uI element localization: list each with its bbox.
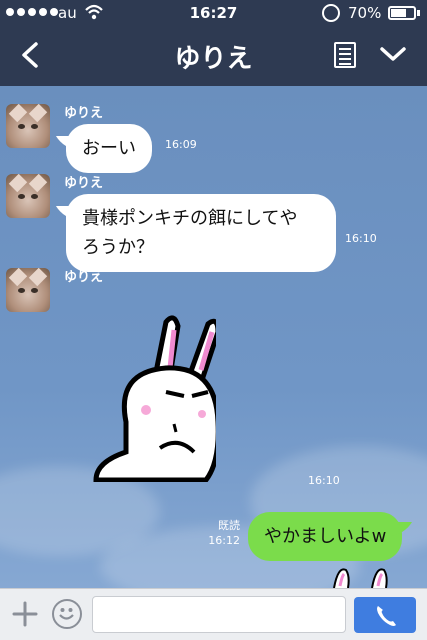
rabbit-ears-peek [333, 568, 388, 588]
battery-icon [388, 6, 416, 20]
avatar[interactable] [6, 268, 50, 312]
message-text-line: 貴様ポンキチの餌にしてや [82, 208, 298, 229]
message-time: 16:12 [208, 534, 240, 547]
avatar[interactable] [6, 104, 50, 148]
sender-name: ゆりえ [64, 176, 104, 191]
message-time: 16:09 [165, 138, 197, 151]
status-bar: au 16:27 70% [0, 0, 427, 26]
phone-icon [377, 606, 396, 626]
read-receipt: 既読 16:12 [200, 518, 240, 548]
battery-tip [417, 10, 420, 16]
call-button[interactable] [354, 597, 416, 633]
rabbit-sticker[interactable] [86, 312, 216, 482]
message-text-line: ろうか？ [82, 237, 154, 258]
message-bubble[interactable]: 貴様ポンキチの餌にしてや ろうか？ [66, 194, 336, 272]
battery-percent: 70% [348, 4, 382, 22]
read-label: 既読 [218, 519, 240, 532]
rotation-lock-icon [322, 4, 340, 22]
chat-header: ゆりえ [0, 26, 427, 86]
sender-name: ゆりえ [64, 270, 104, 285]
sender-name: ゆりえ [64, 106, 104, 121]
top-bar: au 16:27 70% ゆりえ [0, 0, 427, 86]
message-input[interactable] [92, 596, 346, 633]
chevron-down-icon[interactable] [380, 44, 406, 64]
chat-title: ゆりえ [174, 44, 253, 74]
message-time: 16:10 [345, 232, 377, 245]
message-time: 16:10 [308, 474, 340, 487]
note-icon[interactable] [334, 42, 356, 68]
input-bar [0, 588, 427, 640]
my-message-bubble[interactable]: やかましいよw [248, 512, 403, 561]
message-bubble[interactable]: おーい [66, 124, 152, 173]
avatar[interactable] [6, 174, 50, 218]
chat-area[interactable]: ゆりえ おーい 16:09 ゆりえ 貴様ポンキチの餌にしてや ろうか？ 16:1… [0, 86, 427, 588]
smiley-icon[interactable] [52, 599, 82, 629]
plus-icon[interactable] [12, 601, 38, 627]
